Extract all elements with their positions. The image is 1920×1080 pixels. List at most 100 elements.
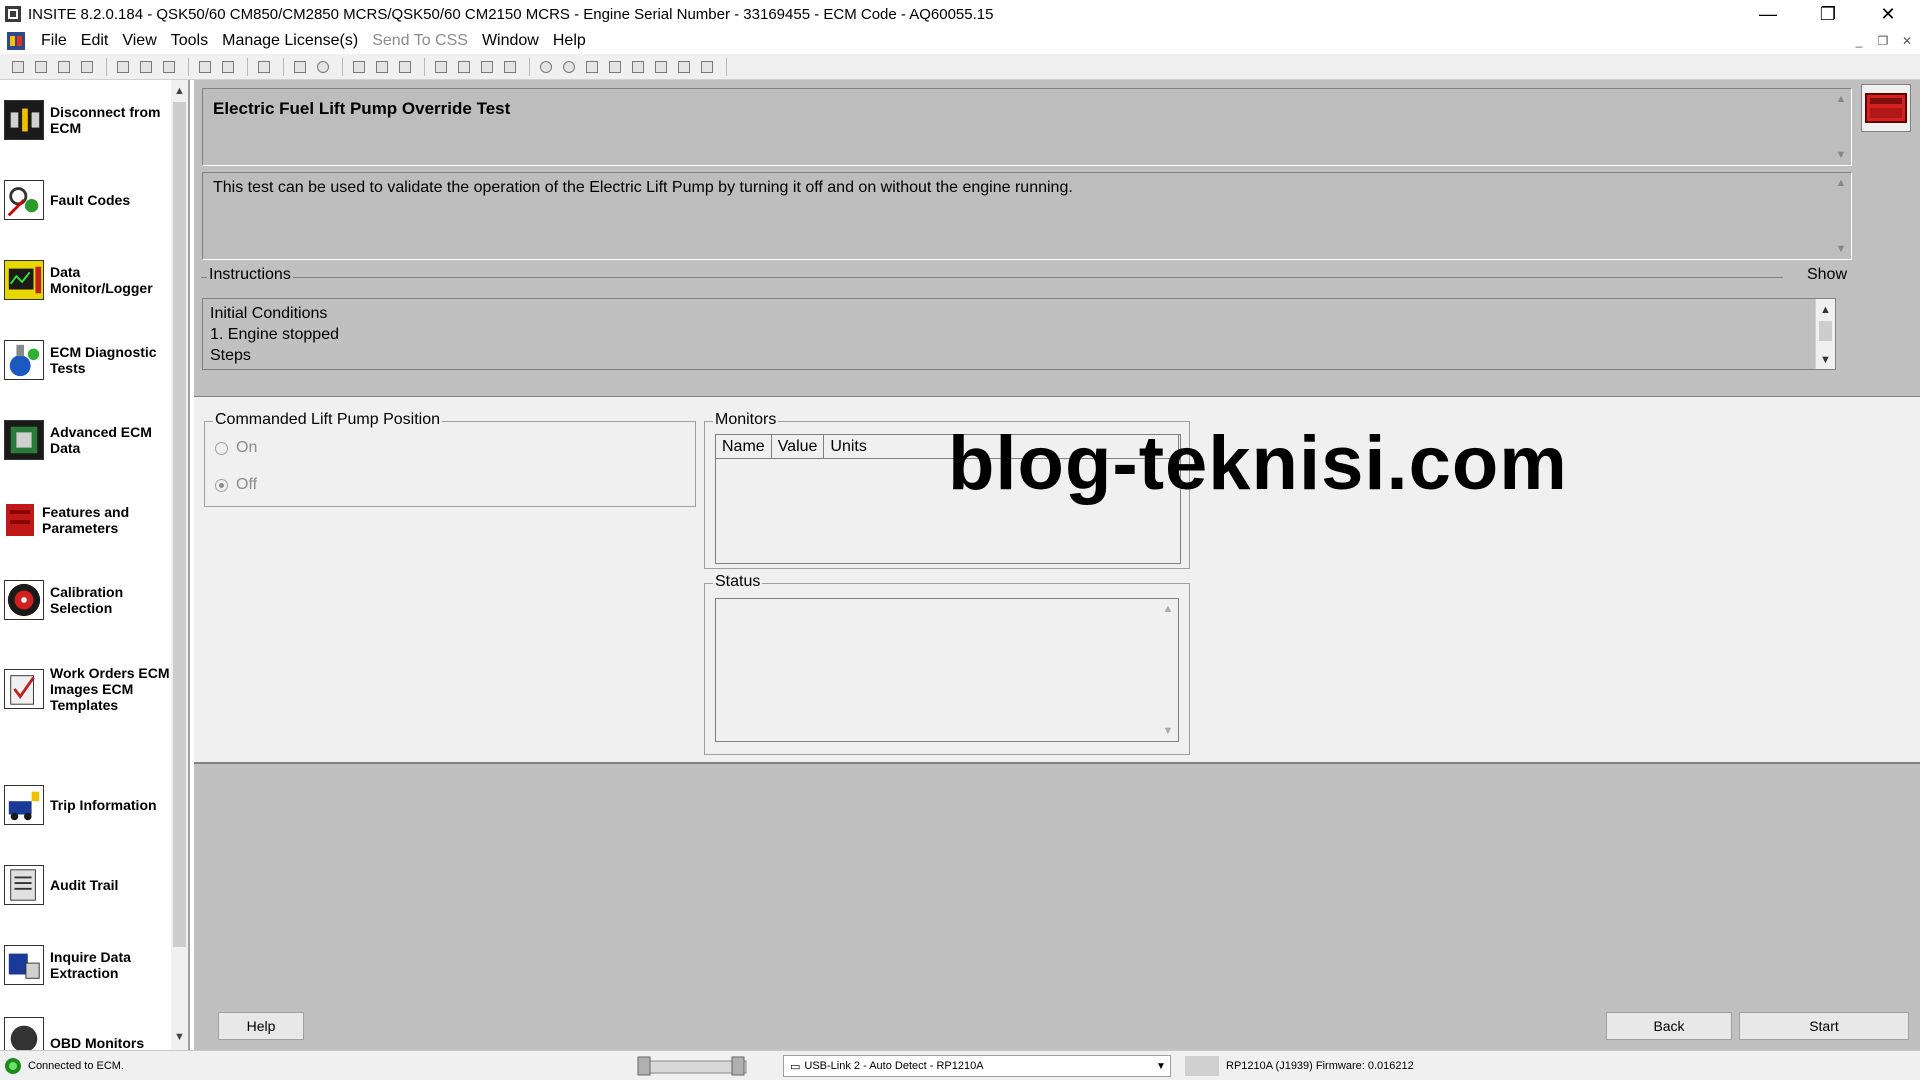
- description-scrollbar[interactable]: ▲ ▼: [1831, 173, 1851, 259]
- log-icon[interactable]: [674, 58, 694, 76]
- pause-icon[interactable]: [605, 58, 625, 76]
- title-scrollbar[interactable]: ▲ ▼: [1831, 89, 1851, 165]
- adapter-dropdown[interactable]: ▭ USB-Link 2 - Auto Detect - RP1210A ▼: [783, 1055, 1171, 1077]
- radio-off[interactable]: Off: [215, 476, 257, 494]
- radio-on[interactable]: On: [215, 439, 257, 457]
- scroll-down-icon[interactable]: ▼: [171, 1028, 188, 1045]
- scroll-up-icon[interactable]: ▲: [1163, 603, 1174, 615]
- import-icon[interactable]: [395, 58, 415, 76]
- sidebar-item-work-orders[interactable]: Work Orders ECM Images ECM Templates: [4, 665, 174, 713]
- help-button[interactable]: Help: [218, 1012, 304, 1040]
- data-monitor-icon: [4, 260, 44, 300]
- connect-icon[interactable]: [8, 58, 28, 76]
- sidebar-item-disconnect[interactable]: Disconnect from ECM: [4, 100, 174, 140]
- window-title: INSITE 8.2.0.184 - QSK50/60 CM850/CM2850…: [28, 5, 994, 23]
- trip-info-icon: [4, 785, 44, 825]
- sidebar-item-audit-trail[interactable]: Audit Trail: [4, 865, 174, 905]
- watermark-text: blog-teknisi.com: [948, 421, 1568, 506]
- mdi-restore-button[interactable]: ❐: [1870, 28, 1896, 54]
- radio-off-label: Off: [236, 476, 258, 493]
- scroll-up-icon[interactable]: ▲: [171, 82, 188, 99]
- toolbar-separator: [106, 57, 107, 76]
- menu-window[interactable]: Window: [475, 32, 546, 50]
- test-panel: Electric Fuel Lift Pump Override Test ▲ ▼…: [194, 80, 1920, 1050]
- sidebar-item-calibration[interactable]: Calibration Selection: [4, 580, 174, 620]
- sidebar-item-features-parameters[interactable]: Features and Parameters: [4, 500, 174, 540]
- scroll-thumb[interactable]: [1819, 321, 1832, 341]
- back-tool-icon[interactable]: [349, 58, 369, 76]
- sidebar-item-data-monitor[interactable]: Data Monitor/Logger: [4, 260, 174, 300]
- page-icon[interactable]: [500, 58, 520, 76]
- sidebar-item-trip-information[interactable]: Trip Information: [4, 785, 174, 825]
- scroll-down-icon[interactable]: ▼: [1836, 243, 1847, 255]
- restore-button[interactable]: ❐: [1800, 0, 1856, 28]
- filter-icon[interactable]: [477, 58, 497, 76]
- scroll-down-icon[interactable]: ▼: [1816, 351, 1835, 368]
- sidebar-item-diagnostic-tests[interactable]: ECM Diagnostic Tests: [4, 340, 174, 380]
- save-icon[interactable]: [77, 58, 97, 76]
- sidebar-item-label: OBD Monitors: [50, 1035, 145, 1050]
- sidebar-scrollbar[interactable]: ▲ ▼: [171, 80, 188, 1050]
- column-header-name[interactable]: Name: [716, 435, 772, 458]
- audit-trail-icon: [4, 865, 44, 905]
- copy-icon[interactable]: [136, 58, 156, 76]
- toolbar: [0, 54, 1920, 80]
- open-icon[interactable]: [54, 58, 74, 76]
- refresh-icon[interactable]: [290, 58, 310, 76]
- instructions-scrollbar[interactable]: ▲ ▼: [1815, 299, 1835, 369]
- menu-manage-licenses[interactable]: Manage License(s): [215, 32, 365, 50]
- cut-icon[interactable]: [113, 58, 133, 76]
- minimize-button[interactable]: —: [1740, 0, 1796, 28]
- sidebar-item-obd-monitors[interactable]: OBD Monitors: [4, 1017, 174, 1050]
- find-icon[interactable]: [254, 58, 274, 76]
- column-header-value[interactable]: Value: [772, 435, 825, 458]
- scroll-down-icon[interactable]: ▼: [1836, 149, 1847, 161]
- print-preview-icon[interactable]: [218, 58, 238, 76]
- folder-icon[interactable]: [454, 58, 474, 76]
- status-legend: Status: [713, 573, 763, 591]
- play-icon[interactable]: [582, 58, 602, 76]
- record-icon[interactable]: [536, 58, 556, 76]
- scroll-thumb[interactable]: [173, 102, 186, 947]
- disconnect-tool-icon[interactable]: [31, 58, 51, 76]
- snapshot-icon[interactable]: [559, 58, 579, 76]
- instruction-line: 1. Engine stopped: [210, 326, 339, 343]
- sidebar-item-advanced-ecm-data[interactable]: Advanced ECM Data: [4, 420, 174, 460]
- close-button[interactable]: ✕: [1860, 0, 1916, 28]
- list-icon[interactable]: [431, 58, 451, 76]
- menu-view[interactable]: View: [115, 32, 163, 50]
- chevron-down-icon[interactable]: ▼: [1152, 1056, 1170, 1076]
- toolbar-separator: [247, 57, 248, 76]
- menu-edit[interactable]: Edit: [74, 32, 116, 50]
- status-indicator: [1185, 1056, 1219, 1076]
- mdi-minimize-button[interactable]: _: [1846, 28, 1872, 54]
- paste-icon[interactable]: [159, 58, 179, 76]
- menu-file[interactable]: File: [34, 32, 74, 50]
- instructions-section: Instructions Show Initial Conditions 1. …: [197, 264, 1853, 376]
- print-icon[interactable]: [195, 58, 215, 76]
- sidebar-item-fault-codes[interactable]: Fault Codes: [4, 180, 174, 220]
- test-description: This test can be used to validate the op…: [213, 179, 1073, 196]
- back-button[interactable]: Back: [1606, 1012, 1732, 1040]
- export-icon[interactable]: [372, 58, 392, 76]
- adapter-icon: ▭: [790, 1060, 801, 1073]
- scroll-up-icon[interactable]: ▲: [1816, 301, 1835, 318]
- show-instructions-link[interactable]: Show: [1804, 266, 1849, 284]
- report-icon[interactable]: [697, 58, 717, 76]
- mdi-close-button[interactable]: ✕: [1894, 28, 1920, 54]
- menu-send-to-css[interactable]: Send To CSS: [365, 32, 475, 50]
- start-button[interactable]: Start: [1739, 1012, 1909, 1040]
- scroll-down-icon[interactable]: ▼: [1163, 725, 1174, 737]
- stop-icon[interactable]: [628, 58, 648, 76]
- status-scrollbar[interactable]: ▲ ▼: [1158, 599, 1178, 741]
- scroll-up-icon[interactable]: ▲: [1836, 93, 1847, 105]
- menu-tools[interactable]: Tools: [164, 32, 215, 50]
- sidebar-item-inquire-data[interactable]: Inquire Data Extraction: [4, 945, 174, 985]
- reload-icon[interactable]: [313, 58, 333, 76]
- radio-off-circle[interactable]: [215, 478, 228, 492]
- menu-help[interactable]: Help: [546, 32, 593, 50]
- scroll-up-icon[interactable]: ▲: [1836, 177, 1847, 189]
- radio-on-circle[interactable]: [215, 441, 228, 455]
- document-window-icon[interactable]: [6, 31, 26, 51]
- chart-icon[interactable]: [651, 58, 671, 76]
